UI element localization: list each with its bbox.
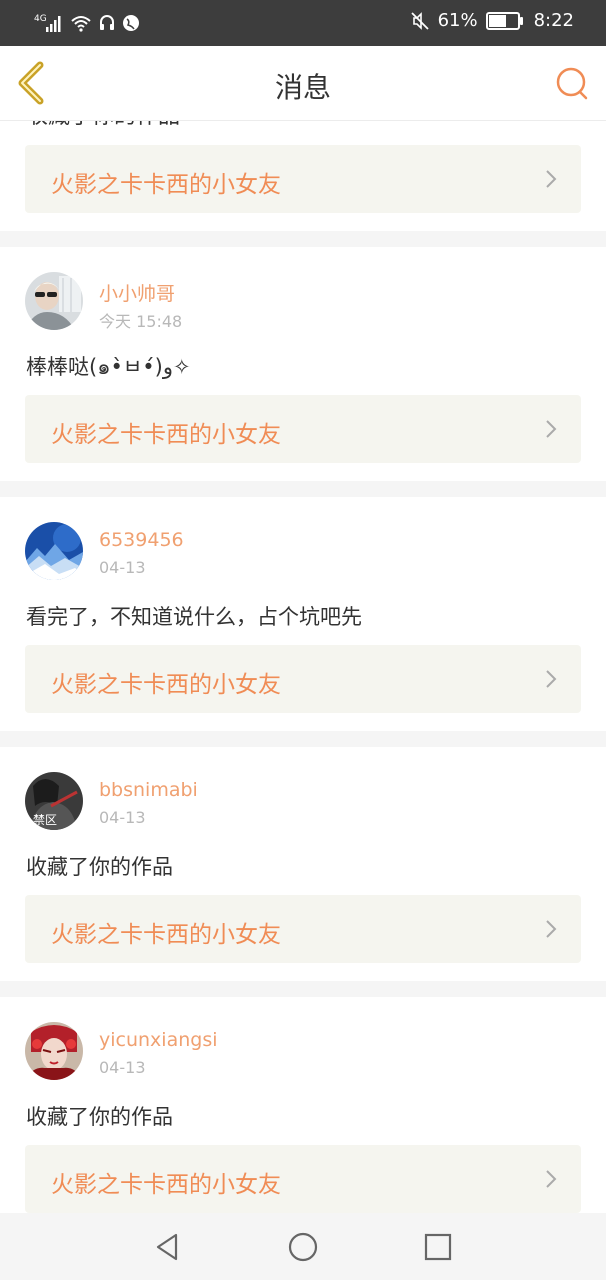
- timestamp: 今天 15:48: [99, 312, 183, 331]
- username[interactable]: bbsnimabi: [99, 779, 198, 801]
- work-link[interactable]: 火影之卡卡西的小女友: [25, 395, 581, 463]
- message-item: yicunxiangsi 04-13 收藏了你的作品 火影之卡卡西的小女友: [0, 997, 606, 1231]
- headphones-icon: [100, 15, 114, 30]
- work-link[interactable]: 火影之卡卡西的小女友: [25, 645, 581, 713]
- chevron-right-icon: [546, 420, 557, 438]
- circle-home-icon: [288, 1232, 318, 1262]
- page-title: 消息: [274, 71, 331, 104]
- status-bar: 4G 61% 8:22: [0, 0, 606, 46]
- chevron-right-icon: [546, 1170, 557, 1188]
- avatar[interactable]: [25, 1022, 83, 1080]
- battery-percent: 61%: [437, 10, 478, 31]
- signal-icon: 4G: [34, 14, 61, 32]
- square-recents-icon: [424, 1233, 452, 1261]
- work-title: 火影之卡卡西的小女友: [51, 1172, 281, 1198]
- system-nav-bar: [0, 1213, 606, 1280]
- work-title: 火影之卡卡西的小女友: [51, 422, 281, 448]
- search-button[interactable]: [552, 64, 592, 104]
- mute-icon: [410, 11, 429, 30]
- avatar[interactable]: 禁区: [25, 772, 83, 830]
- message-item: 6539456 04-13 看完了，不知道说什么，占个坑吧先 火影之卡卡西的小女…: [0, 497, 606, 731]
- nav-recents-button[interactable]: [422, 1231, 454, 1263]
- clock: 8:22: [533, 10, 574, 31]
- message-item: 小小帅哥 今天 15:48 棒棒哒(๑•̀ㅂ•́)و✧ 火影之卡卡西的小女友: [0, 247, 606, 481]
- username[interactable]: yicunxiangsi: [99, 1029, 218, 1051]
- avatar[interactable]: [25, 522, 83, 580]
- avatar[interactable]: [25, 272, 83, 330]
- work-link[interactable]: 火影之卡卡西的小女友: [25, 145, 581, 213]
- timestamp: 04-13: [99, 1058, 146, 1077]
- work-link[interactable]: 火影之卡卡西的小女友: [25, 895, 581, 963]
- message-text: 收藏了你的作品: [26, 855, 173, 879]
- nav-back-button[interactable]: [152, 1231, 184, 1263]
- triangle-back-icon: [156, 1233, 178, 1261]
- message-item: 禁区 bbsnimabi 04-13 收藏了你的作品 火影之卡卡西的小女友: [0, 747, 606, 981]
- timestamp: 04-13: [99, 808, 146, 827]
- message-text: 收藏了你的作品: [26, 1105, 173, 1129]
- status-icons-right: 61% 8:22: [410, 10, 574, 31]
- message-text: 看完了，不知道说什么，占个坑吧先: [26, 605, 362, 629]
- message-text: 棒棒哒(๑•̀ㅂ•́)و✧: [26, 355, 191, 379]
- battery-icon: [485, 11, 523, 30]
- work-title: 火影之卡卡西的小女友: [51, 922, 281, 948]
- chevron-right-icon: [546, 670, 557, 688]
- chevron-right-icon: [546, 920, 557, 938]
- status-icons-left: 4G: [34, 12, 140, 34]
- chevron-right-icon: [546, 170, 557, 188]
- avatar-caption: 禁区: [33, 813, 57, 827]
- message-list: 收藏了你的作品 火影之卡卡西的小女友 小小帅哥 今天 15:48: [0, 96, 606, 1231]
- globe-icon: [123, 15, 139, 31]
- nav-home-button[interactable]: [287, 1231, 319, 1263]
- username[interactable]: 6539456: [99, 529, 184, 551]
- wifi-icon: [71, 16, 91, 32]
- timestamp: 04-13: [99, 558, 146, 577]
- network-type-label: 4G: [34, 14, 47, 24]
- username[interactable]: 小小帅哥: [99, 279, 175, 306]
- header: 消息: [0, 46, 606, 121]
- work-link[interactable]: 火影之卡卡西的小女友: [25, 1145, 581, 1213]
- search-icon: [556, 67, 588, 100]
- work-title: 火影之卡卡西的小女友: [51, 172, 281, 198]
- work-title: 火影之卡卡西的小女友: [51, 672, 281, 698]
